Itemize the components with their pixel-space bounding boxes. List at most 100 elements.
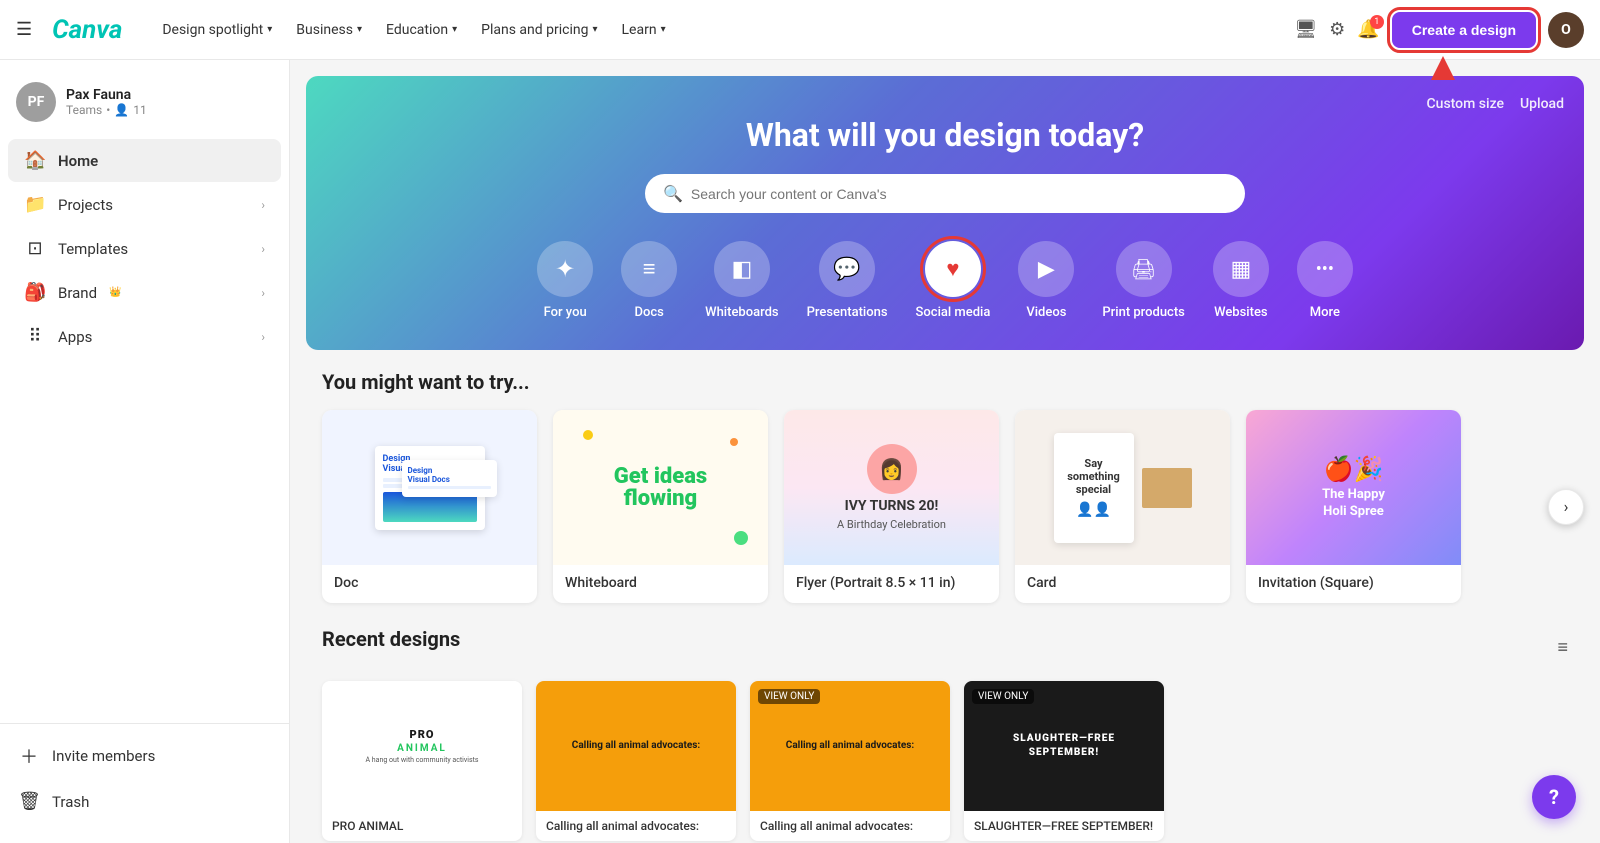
whiteboards-label: Whiteboards xyxy=(705,305,778,320)
recent-header: Recent designs ≡ xyxy=(322,627,1568,667)
sidebar-bottom: ＋ Invite members 🗑 Trash xyxy=(0,723,289,831)
suggestions-section: You might want to try... DesignVisual Do… xyxy=(290,350,1600,623)
suggestion-card-whiteboard[interactable]: Get ideasflowing Whiteboard xyxy=(553,410,768,603)
trash-label: Trash xyxy=(52,793,89,811)
view-only-badge: VIEW ONLY xyxy=(758,689,820,704)
plus-icon: ＋ xyxy=(18,743,40,769)
invite-members-button[interactable]: ＋ Invite members xyxy=(8,732,281,780)
suggestions-title: You might want to try... xyxy=(322,370,1568,394)
sidebar-item-home[interactable]: 🏠 Home xyxy=(8,139,281,182)
home-icon: 🏠 xyxy=(24,150,46,171)
docs-label: Docs xyxy=(634,305,663,320)
recent-card-label-2: Calling all animal advocates: xyxy=(536,811,736,841)
recent-card-calling-1[interactable]: Calling all animal advocates: Calling al… xyxy=(536,681,736,841)
videos-icon: ▶ xyxy=(1038,257,1055,282)
upload-button[interactable]: Upload xyxy=(1520,96,1564,112)
person-icon: 👩 xyxy=(879,457,904,481)
category-websites[interactable]: ▦ Websites xyxy=(1213,241,1269,320)
nav-education[interactable]: Education ▾ xyxy=(376,16,467,44)
nav-plans-pricing[interactable]: Plans and pricing ▾ xyxy=(471,16,607,44)
hamburger-menu[interactable]: ☰ xyxy=(16,19,32,40)
search-input[interactable] xyxy=(691,186,1227,202)
sidebar-item-label: Templates xyxy=(58,240,128,258)
search-icon: 🔍 xyxy=(663,184,683,203)
whiteboards-icon: ◧ xyxy=(731,257,752,282)
print-products-icon-wrap: 🖨 xyxy=(1116,241,1172,297)
suggestion-card-invitation[interactable]: 🍎🎉 The HappyHoli Spree Invitation (Squar… xyxy=(1246,410,1461,603)
category-for-you[interactable]: ✦ For you xyxy=(537,241,593,320)
websites-icon-wrap: ▦ xyxy=(1213,241,1269,297)
print-products-icon: 🖨 xyxy=(1131,257,1156,281)
templates-icon: ⊡ xyxy=(24,238,46,259)
category-social-media[interactable]: ♥ Social media xyxy=(916,241,991,320)
list-view-icon[interactable]: ≡ xyxy=(1557,637,1568,658)
recent-thumb-2: Calling all animal advocates: xyxy=(536,681,736,811)
chevron-icon: › xyxy=(261,198,265,212)
sidebar-user-avatar: PF xyxy=(16,82,56,122)
sidebar-user-info: Pax Fauna Teams • 👤 11 xyxy=(66,87,147,117)
suggestion-card-flyer[interactable]: 👩 IVY TURNS 20! A Birthday Celebration F… xyxy=(784,410,999,603)
category-more[interactable]: ••• More xyxy=(1297,241,1353,320)
create-design-button[interactable]: Create a design xyxy=(1392,12,1536,48)
nav-learn[interactable]: Learn ▾ xyxy=(612,16,676,44)
for-you-label: For you xyxy=(544,305,587,320)
invitation-text: The HappyHoli Spree xyxy=(1322,487,1385,521)
top-nav: ☰ Canva Design spotlight ▾ Business ▾ Ed… xyxy=(0,0,1600,60)
monitor-icon[interactable]: 🖥 xyxy=(1294,19,1317,40)
carousel-next-button[interactable]: › xyxy=(1548,489,1584,525)
nav-links: Design spotlight ▾ Business ▾ Education … xyxy=(152,16,1274,44)
card-thumb: Saysomethingspecial 👤👤 xyxy=(1015,410,1230,565)
nav-business[interactable]: Business ▾ xyxy=(286,16,372,44)
user-avatar[interactable]: O xyxy=(1548,12,1584,48)
more-icon: ••• xyxy=(1316,259,1334,280)
canva-logo[interactable]: Canva xyxy=(52,15,122,45)
trash-button[interactable]: 🗑 Trash xyxy=(8,780,281,823)
chevron-icon: › xyxy=(261,286,265,300)
suggestion-card-doc[interactable]: DesignVisual Docs DesignVisual Docs D xyxy=(322,410,537,603)
nav-design-spotlight[interactable]: Design spotlight ▾ xyxy=(152,16,282,44)
arrow-indicator xyxy=(1431,56,1455,80)
videos-label: Videos xyxy=(1026,305,1066,320)
flyer-event: A Birthday Celebration xyxy=(837,518,946,531)
whiteboard-card-label: Whiteboard xyxy=(553,565,768,603)
recent-card-slaughter-free[interactable]: VIEW ONLY SLAUGHTER—FREESEPTEMBER! SLAUG… xyxy=(964,681,1164,841)
sidebar-item-label: Home xyxy=(58,152,98,170)
category-docs[interactable]: ≡ Docs xyxy=(621,241,677,320)
recent-card-label-1: PRO ANIMAL xyxy=(322,811,522,841)
hero-title: What will you design today? xyxy=(366,116,1524,154)
recent-thumb-4: VIEW ONLY SLAUGHTER—FREESEPTEMBER! xyxy=(964,681,1164,811)
dot-3 xyxy=(730,438,738,446)
sidebar: PF Pax Fauna Teams • 👤 11 🏠 Home 📁 Proje… xyxy=(0,60,290,843)
custom-size-button[interactable]: Custom size xyxy=(1427,96,1504,112)
category-presentations[interactable]: 💬 Presentations xyxy=(807,241,888,320)
recent-card-calling-2[interactable]: VIEW ONLY Calling all animal advocates: … xyxy=(750,681,950,841)
category-print-products[interactable]: 🖨 Print products xyxy=(1102,241,1184,320)
category-videos[interactable]: ▶ Videos xyxy=(1018,241,1074,320)
trash-icon: 🗑 xyxy=(18,791,40,812)
recent-card-pro-animal[interactable]: PRO ANIMAL A hang out with community act… xyxy=(322,681,522,841)
recent-title: Recent designs xyxy=(322,627,460,651)
notifications-icon[interactable]: 🔔 1 xyxy=(1357,19,1379,40)
suggestion-card-card[interactable]: Saysomethingspecial 👤👤 Card xyxy=(1015,410,1230,603)
categories-row: ✦ For you ≡ Docs ◧ Whiteboards xyxy=(366,241,1524,320)
invitation-thumb: 🍎🎉 The HappyHoli Spree xyxy=(1246,410,1461,565)
social-media-icon-wrap: ♥ xyxy=(925,241,981,297)
hero-search-bar[interactable]: 🔍 xyxy=(645,174,1245,213)
sidebar-item-brand[interactable]: 🎒 Brand 👑 › xyxy=(8,271,281,314)
sidebar-item-apps[interactable]: ⠿ Apps › xyxy=(8,315,281,358)
whiteboard-inner: Get ideasflowing xyxy=(553,410,768,565)
websites-label: Websites xyxy=(1214,305,1268,320)
main-layout: PF Pax Fauna Teams • 👤 11 🏠 Home 📁 Proje… xyxy=(0,60,1600,843)
apps-icon: ⠿ xyxy=(24,326,46,347)
help-button[interactable]: ? xyxy=(1532,775,1576,819)
category-whiteboards[interactable]: ◧ Whiteboards xyxy=(705,241,778,320)
more-icon-wrap: ••• xyxy=(1297,241,1353,297)
sidebar-item-templates[interactable]: ⊡ Templates › xyxy=(8,227,281,270)
sidebar-team-label: Teams • 👤 11 xyxy=(66,103,147,117)
flyer-inner: 👩 IVY TURNS 20! A Birthday Celebration xyxy=(784,410,999,565)
settings-icon[interactable]: ⚙ xyxy=(1329,19,1345,40)
sidebar-item-projects[interactable]: 📁 Projects › xyxy=(8,183,281,226)
doc-back: DesignVisual Docs xyxy=(402,460,497,497)
for-you-icon-wrap: ✦ xyxy=(537,241,593,297)
recent-card-label-3: Calling all animal advocates: xyxy=(750,811,950,841)
